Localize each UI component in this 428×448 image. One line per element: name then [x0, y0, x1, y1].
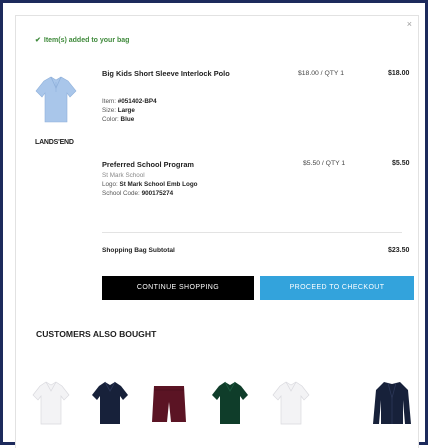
item-size: Size: Large [102, 107, 135, 114]
rec-green-polo[interactable] [210, 378, 250, 430]
subtotal-label: Shopping Bag Subtotal [102, 247, 175, 254]
added-message: Item(s) added to your bag [43, 37, 130, 44]
logo-detail: Logo: St Mark School Emb Logo [102, 181, 198, 188]
brand-logo: LANDS'END [35, 139, 74, 146]
rec-white-polo[interactable] [271, 378, 311, 430]
item-total: $18.00 [388, 70, 410, 77]
school-code: School Code: 900175274 [102, 190, 174, 197]
rec-navy-cardigan[interactable] [372, 378, 412, 430]
item-title[interactable]: Big Kids Short Sleeve Interlock Polo [102, 68, 252, 79]
check-icon: ✔ [35, 37, 41, 44]
item-total: $5.50 [392, 160, 410, 167]
added-confirmation: ✔ Item(s) added to your bag [35, 36, 129, 44]
also-bought-heading: CUSTOMERS ALSO BOUGHT [36, 329, 157, 339]
divider [102, 232, 402, 233]
school-name: St Mark School [102, 172, 145, 179]
subtotal-value: $23.50 [388, 247, 410, 254]
page-frame: × ✔ Item(s) added to your bag LANDS'END B… [0, 0, 428, 448]
item-color: Color: Blue [102, 116, 135, 123]
checkout-button[interactable]: PROCEED TO CHECKOUT [260, 276, 414, 300]
add-to-bag-modal: × ✔ Item(s) added to your bag LANDS'END B… [15, 15, 419, 448]
item-number: Item: #051402-BP4 [102, 98, 157, 105]
continue-shopping-button[interactable]: CONTINUE SHOPPING [102, 276, 254, 300]
close-icon[interactable]: × [407, 19, 412, 29]
rec-white-polo[interactable] [31, 378, 71, 430]
item-unit-price: $18.00 / QTY 1 [298, 70, 344, 77]
item-unit-price: $5.50 / QTY 1 [303, 160, 346, 167]
product-image-blue-polo [35, 76, 77, 123]
rec-burgundy-shorts[interactable] [149, 378, 189, 430]
item-title: Preferred School Program [102, 160, 195, 169]
rec-navy-polo[interactable] [90, 378, 130, 430]
